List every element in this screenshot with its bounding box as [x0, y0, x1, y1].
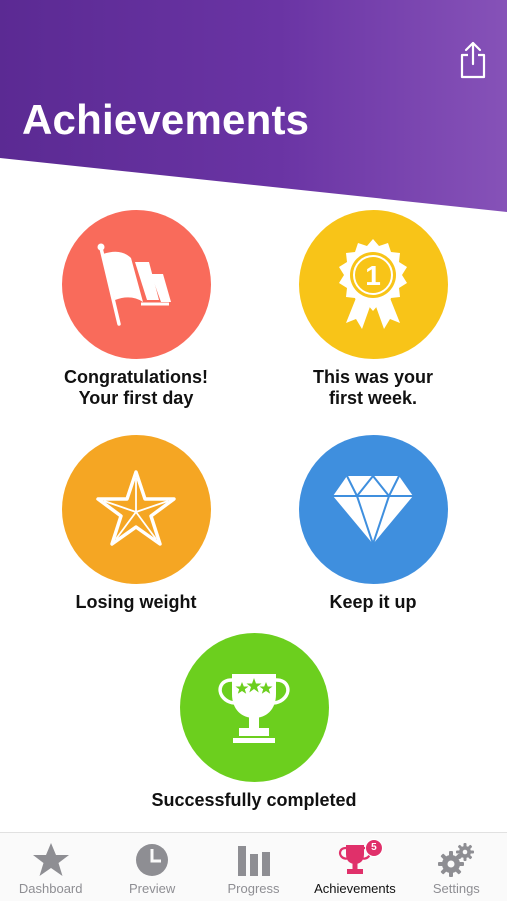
flags-icon — [97, 243, 171, 326]
achievement-circle — [298, 435, 448, 584]
tab-preview[interactable]: Preview — [101, 833, 202, 901]
tab-bar: Dashboard Preview Progress 5 Achievement… — [0, 832, 507, 901]
achievement-circle — [61, 435, 211, 584]
page-title: Achievements — [22, 96, 310, 143]
diamond-icon — [333, 473, 413, 547]
achievement-circle: 1 — [298, 210, 448, 359]
achievement-circle — [179, 633, 329, 782]
tab-label: Dashboard — [18, 881, 83, 896]
tab-label: Progress — [227, 881, 280, 896]
tab-progress[interactable]: Progress — [203, 833, 304, 901]
achievement-label: This was your first week. — [312, 367, 434, 408]
gears-icon — [438, 843, 475, 877]
star-icon — [32, 843, 69, 876]
achievement-keep-it-up[interactable]: Keep it up — [258, 435, 488, 613]
achievement-losing-weight[interactable]: Losing weight — [21, 435, 251, 613]
tab-label: Settings — [432, 881, 480, 896]
medal-number: 1 — [365, 260, 381, 291]
tab-settings[interactable]: Settings — [406, 833, 507, 901]
tab-dashboard[interactable]: Dashboard — [0, 833, 101, 901]
tab-label: Achievements — [314, 881, 396, 896]
achievement-first-day[interactable]: Congratulations! Your first day — [21, 210, 251, 409]
achievement-label: Losing weight — [75, 592, 197, 612]
share-icon — [460, 41, 486, 79]
notification-badge: 5 — [364, 839, 383, 857]
achievement-label: Keep it up — [329, 592, 417, 612]
achievement-circle — [61, 210, 211, 359]
bar-chart-icon — [237, 846, 270, 876]
achievement-completed[interactable]: Successfully completed — [139, 633, 369, 811]
achievement-label: Successfully completed — [151, 790, 357, 810]
trophy-icon — [218, 673, 290, 743]
tab-label: Preview — [128, 881, 176, 896]
medal-ribbon-icon: 1 — [339, 238, 407, 329]
star-icon — [96, 469, 176, 546]
clock-icon — [136, 844, 169, 876]
achievement-label: Congratulations! Your first day — [64, 367, 208, 408]
share-button[interactable] — [457, 40, 489, 80]
achievement-first-week[interactable]: 1 This was your first week. — [258, 210, 488, 409]
tab-achievements[interactable]: 5 Achievements — [304, 833, 405, 901]
